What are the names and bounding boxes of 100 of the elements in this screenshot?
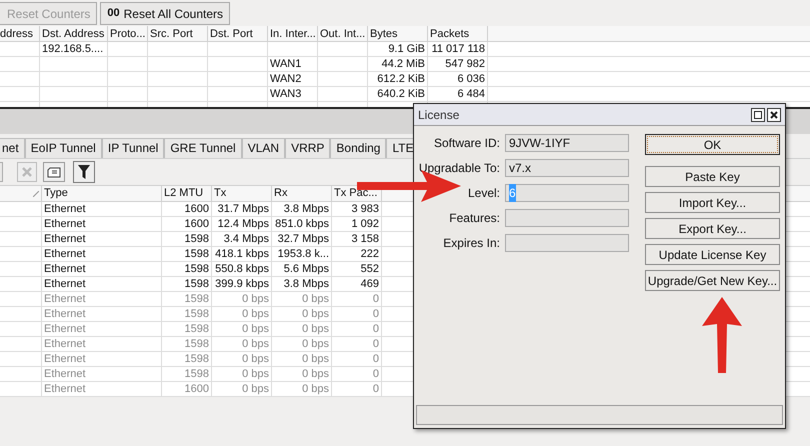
tab[interactable]: GRE Tunnel (164, 138, 242, 158)
table-cell: 550.8 kbps (215, 262, 269, 276)
table-cell: 0 (372, 367, 379, 381)
column-header[interactable]: Proto... (108, 26, 148, 41)
table-cell: 0 bps (242, 292, 269, 306)
dialog-button[interactable]: Import Key... (645, 192, 780, 213)
tab[interactable]: VRRP (285, 138, 330, 158)
table-cell: 3 158 (351, 232, 379, 246)
table-cell: 1600 (184, 217, 209, 231)
table-cell: WAN1 (270, 58, 302, 70)
toolbar-button[interactable]: 00 Reset All Counters (100, 2, 230, 25)
table-cell: 1 092 (351, 217, 379, 231)
column-header[interactable]: Type (42, 186, 162, 201)
table-cell: 3.8 Mbps (284, 277, 329, 291)
table-cell: 32.7 Mbps (278, 232, 329, 246)
table-cell: 0 bps (302, 352, 329, 366)
table-cell: 469 (360, 277, 379, 291)
filter-icon (78, 165, 90, 179)
table-cell: 0 bps (302, 337, 329, 351)
table-cell: 9.1 GiB (388, 43, 425, 55)
column-header[interactable]: Tx (212, 186, 272, 201)
table-cell: 1600 (184, 202, 209, 216)
column-header[interactable]: Packets (428, 26, 488, 41)
table-cell: 0 (372, 322, 379, 336)
table-cell: Ethernet (44, 277, 86, 291)
table-cell: 1598 (184, 292, 209, 306)
column-header[interactable]: Out. Int... (318, 26, 368, 41)
table-cell: 0 bps (302, 322, 329, 336)
x-icon (21, 166, 33, 178)
column-header[interactable]: ddress (0, 26, 40, 41)
field-label: Upgradable To: (418, 160, 500, 177)
table-cell: 1598 (184, 322, 209, 336)
table-cell: Ethernet (44, 232, 86, 246)
tab[interactable]: EoIP Tunnel (24, 138, 102, 158)
table-cell: 11 017 118 (432, 43, 485, 55)
field-label: Software ID: (432, 135, 500, 152)
table-cell: 3.8 Mbps (284, 202, 329, 216)
filter-button[interactable] (73, 161, 95, 183)
dialog-button[interactable]: Upgrade/Get New Key... (645, 270, 780, 291)
table-cell: 1598 (184, 262, 209, 276)
table-cell: 222 (360, 247, 379, 261)
column-header[interactable]: L2 MTU (162, 186, 212, 201)
table-cell: 192.168.5.... (42, 43, 104, 55)
text-field[interactable]: 9JVW-1IYF (505, 134, 629, 152)
table-cell: 547 982 (445, 58, 485, 70)
table-cell: 44.2 MiB (382, 58, 425, 70)
column-header[interactable]: Src. Port (148, 26, 208, 41)
table-cell: Ethernet (44, 247, 86, 261)
text-field[interactable] (505, 234, 629, 252)
table-cell: 0 bps (242, 307, 269, 321)
column-header[interactable]: Dst. Address (40, 26, 108, 41)
table-cell: 1598 (184, 337, 209, 351)
column-header[interactable]: Bytes (368, 26, 428, 41)
table-cell: 1598 (184, 247, 209, 261)
table-cell: 12.4 Mbps (218, 217, 269, 231)
table-cell: 1598 (184, 367, 209, 381)
tab[interactable]: Bonding (330, 138, 386, 158)
close-icon (770, 110, 778, 118)
text-field[interactable] (505, 209, 629, 227)
table-cell: 1598 (184, 277, 209, 291)
table-cell: 3 983 (351, 202, 379, 216)
table-cell: Ethernet (44, 202, 86, 216)
maximize-button[interactable] (751, 108, 765, 122)
table-cell: 0 bps (302, 382, 329, 396)
column-header[interactable]: Rx (272, 186, 332, 201)
column-header[interactable]: Dst. Port (208, 26, 268, 41)
table-cell: 0 (372, 307, 379, 321)
table-cell: 399.9 kbps (215, 277, 269, 291)
table-cell: 612.2 KiB (377, 73, 425, 85)
table-cell: Ethernet (44, 292, 86, 306)
table-cell: 0 (372, 352, 379, 366)
table-cell: 1953.8 k... (278, 247, 329, 261)
dialog-button[interactable]: Export Key... (645, 218, 780, 239)
dialog-button[interactable]: OK (645, 134, 780, 155)
window-title: License (418, 106, 460, 124)
text-field[interactable]: v7.x (505, 159, 629, 177)
table-cell: 0 bps (242, 352, 269, 366)
table-cell: 0 bps (242, 322, 269, 336)
tab[interactable]: net (0, 138, 25, 158)
table-cell: WAN2 (270, 73, 302, 85)
table-cell: Ethernet (44, 217, 86, 231)
field-label: Level: (466, 185, 500, 202)
table-cell: 418.1 kbps (215, 247, 269, 261)
column-header[interactable]: In. Inter... (268, 26, 318, 41)
table-cell: 0 bps (302, 307, 329, 321)
table-cell: 6 036 (457, 73, 485, 85)
tab[interactable]: IP Tunnel (102, 138, 164, 158)
table-cell: 851.0 kbps (275, 217, 329, 231)
dialog-button[interactable]: Update License Key (645, 244, 780, 265)
table-cell: 5.6 Mbps (284, 262, 329, 276)
table-cell: Ethernet (44, 367, 86, 381)
comment-button[interactable] (43, 162, 65, 182)
dialog-button[interactable]: Paste Key (645, 166, 780, 187)
table-cell: 0 (372, 292, 379, 306)
tab[interactable]: VLAN (242, 138, 286, 158)
table-cell: 3.4 Mbps (224, 232, 269, 246)
close-button[interactable] (767, 108, 781, 122)
square-icon (754, 110, 762, 118)
table-cell: 640.2 KiB (377, 88, 425, 100)
table-cell: 1598 (184, 307, 209, 321)
